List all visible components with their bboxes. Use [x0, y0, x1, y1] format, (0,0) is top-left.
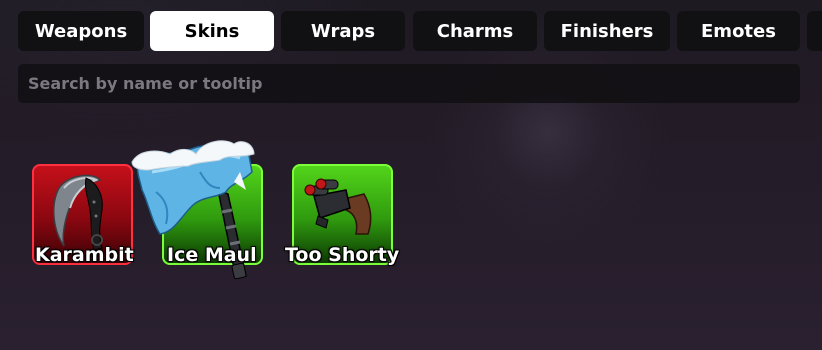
search-input[interactable] — [28, 74, 790, 93]
item-label: Too Shorty — [285, 244, 400, 266]
item-label: Ice Maul — [167, 244, 257, 266]
category-tab-bar: Weapons Skins Wraps Charms Finishers Emo… — [0, 0, 822, 60]
search-bar — [18, 64, 800, 103]
tab-charms[interactable]: Charms — [413, 11, 537, 51]
too-shorty-shotgun-icon — [304, 178, 372, 235]
item-label: Karambit — [35, 244, 134, 266]
tab-weapons[interactable]: Weapons — [18, 11, 144, 51]
tab-finishers[interactable]: Finishers — [544, 11, 670, 51]
tab-overflow[interactable] — [807, 11, 822, 51]
tab-skins[interactable]: Skins — [150, 11, 274, 51]
tab-wraps[interactable]: Wraps — [281, 11, 405, 51]
tab-emotes[interactable]: Emotes — [677, 11, 800, 51]
